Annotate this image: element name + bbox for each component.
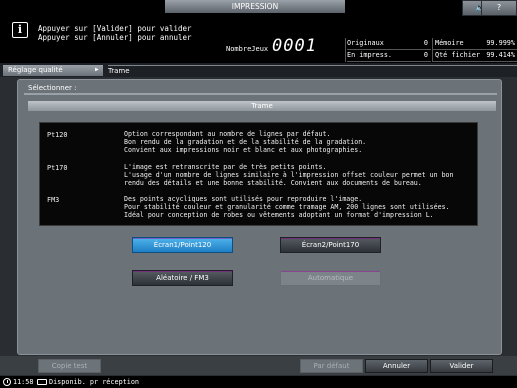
automatic-button[interactable]: Automatique: [280, 270, 381, 286]
cancel-button[interactable]: Annuler: [365, 359, 428, 373]
desc-key-fm3: FM3: [47, 196, 60, 204]
copy-count-value: 0001: [272, 36, 317, 56]
screen1-point120-button[interactable]: Écran1/Point120: [132, 237, 233, 253]
desc-key-pt120: Pt120: [47, 131, 68, 139]
confirm-button[interactable]: Valider: [430, 359, 493, 373]
desc-text-pt120: Option correspondant au nombre de lignes…: [124, 130, 367, 154]
clock-icon: [3, 378, 11, 386]
message-line-1: Appuyer sur [Valider] pour valider: [38, 24, 192, 33]
stat-in-print: En impress. 0: [347, 50, 431, 62]
breadcrumb-item-quality[interactable]: Réglage qualité: [3, 65, 103, 76]
default-button[interactable]: Par défaut: [300, 359, 363, 373]
desc-text-fm3: Des points acycliques sont utilisés pour…: [124, 195, 450, 219]
window-title: IMPRESSION: [165, 0, 345, 13]
info-icon: i: [12, 22, 28, 38]
status-time: 11:58: [13, 378, 34, 386]
random-fm3-button[interactable]: Aléatoire / FM3: [132, 270, 233, 286]
copy-count-label: NombreJeux: [226, 45, 269, 53]
help-label: ?: [496, 3, 502, 12]
message-line-2: Appuyer sur [Annuler] pour annuler: [38, 33, 192, 42]
breadcrumb-item-screen: Trame: [108, 65, 517, 76]
stat-memory: Mémoire 99.999%: [432, 38, 517, 50]
stat-file-qty: Qté fichier 99.414%: [432, 50, 517, 62]
status-state: Disponib. pr réception: [49, 378, 140, 386]
desc-key-pt170: Pt170: [47, 164, 68, 172]
printer-icon: [37, 379, 47, 385]
select-divider: [24, 93, 497, 95]
screen2-point170-button[interactable]: Écran2/Point170: [280, 237, 381, 253]
stat-originals: Originaux 0: [347, 38, 431, 50]
help-button[interactable]: ?: [481, 0, 517, 16]
select-label: Sélectionner :: [28, 84, 77, 92]
section-title: Trame: [28, 101, 496, 111]
desc-text-pt170: L'image est retranscrite par de très pet…: [124, 163, 454, 187]
stats-panel: Originaux 0 Mémoire 99.999% En impress. …: [345, 38, 517, 62]
test-copy-button[interactable]: Copie test: [38, 359, 101, 373]
chevron-right-icon: ▶: [95, 66, 99, 73]
